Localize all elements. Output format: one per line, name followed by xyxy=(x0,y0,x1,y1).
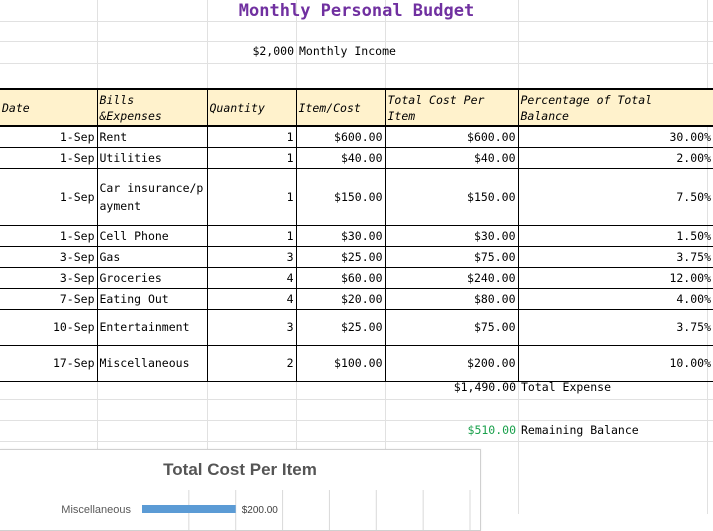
cell-total-cost[interactable]: $80.00 xyxy=(384,287,519,310)
cell-quantity[interactable]: 1 xyxy=(206,224,297,247)
cell-item-cost[interactable]: $25.00 xyxy=(295,245,386,268)
remaining-balance-label[interactable]: Remaining Balance xyxy=(521,423,639,437)
cell-date[interactable]: 10-Sep xyxy=(0,308,98,346)
cell-date[interactable]: 1-Sep xyxy=(0,125,98,148)
cell-item-cost[interactable]: $20.00 xyxy=(295,287,386,310)
chart-bar[interactable] xyxy=(142,505,236,513)
table-row: 3-Sep Gas 3 $25.00 $75.00 3.75% xyxy=(0,245,713,268)
cell-percentage[interactable]: 12.00% xyxy=(517,266,713,289)
total-expense-label[interactable]: Total Expense xyxy=(521,380,611,394)
cell-date[interactable]: 7-Sep xyxy=(0,287,98,310)
cell-item-cost[interactable]: $150.00 xyxy=(295,167,386,226)
cell-date[interactable]: 3-Sep xyxy=(0,245,98,268)
table-row: 3-Sep Groceries 4 $60.00 $240.00 12.00% xyxy=(0,266,713,289)
cell-total-cost[interactable]: $75.00 xyxy=(384,245,519,268)
chart-plot: Miscellaneous $200.00 xyxy=(61,490,471,530)
cell-bill[interactable]: Car insurance/payment xyxy=(96,167,208,226)
cell-quantity[interactable]: 4 xyxy=(206,266,297,289)
total-expense-value[interactable]: $1,490.00 xyxy=(420,380,516,394)
cell-item-cost[interactable]: $40.00 xyxy=(295,146,386,169)
cell-bill[interactable]: Rent xyxy=(96,125,208,148)
header-date[interactable]: Date xyxy=(0,88,98,127)
cell-date[interactable]: 1-Sep xyxy=(0,146,98,169)
cell-bill[interactable]: Groceries xyxy=(96,266,208,289)
cell-quantity[interactable]: 1 xyxy=(206,146,297,169)
budget-table: Date Bills &Expenses Quantity Item/Cost Tota… xyxy=(0,88,713,382)
cell-total-cost[interactable]: $150.00 xyxy=(384,167,519,226)
cell-date[interactable]: 3-Sep xyxy=(0,266,98,289)
income-value-cell[interactable]: $2,000 xyxy=(230,44,294,58)
sheet-title[interactable]: Monthly Personal Budget xyxy=(0,0,713,22)
cell-bill[interactable]: Gas xyxy=(96,245,208,268)
cell-date[interactable]: 1-Sep xyxy=(0,224,98,247)
cell-total-cost[interactable]: $600.00 xyxy=(384,125,519,148)
cell-percentage[interactable]: 3.75% xyxy=(517,245,713,268)
cell-date[interactable]: 1-Sep xyxy=(0,167,98,226)
cell-quantity[interactable]: 4 xyxy=(206,287,297,310)
cell-item-cost[interactable]: $30.00 xyxy=(295,224,386,247)
cell-quantity[interactable]: 1 xyxy=(206,125,297,148)
cell-total-cost[interactable]: $40.00 xyxy=(384,146,519,169)
header-item-cost[interactable]: Item/Cost xyxy=(295,88,386,127)
cell-percentage[interactable]: 7.50% xyxy=(517,167,713,226)
chart-data-label: $200.00 xyxy=(242,505,279,516)
cell-bill[interactable]: Cell Phone xyxy=(96,224,208,247)
cell-percentage[interactable]: 4.00% xyxy=(517,287,713,310)
bar-chart[interactable]: Total Cost Per Item Miscellaneous $200.00 xyxy=(0,449,481,531)
header-percentage[interactable]: Percentage of Total Balance xyxy=(517,88,713,127)
gridline xyxy=(0,420,713,421)
cell-percentage[interactable]: 3.75% xyxy=(517,308,713,346)
cell-total-cost[interactable]: $75.00 xyxy=(384,308,519,346)
cell-date[interactable]: 17-Sep xyxy=(0,344,98,382)
table-row: 17-Sep Miscellaneous 2 $100.00 $200.00 10.00% xyxy=(0,344,713,382)
table-row: 7-Sep Eating Out 4 $20.00 $80.00 4.00% xyxy=(0,287,713,310)
table-header-row: Date Bills &Expenses Quantity Item/Cost Tota… xyxy=(0,88,713,127)
cell-bill[interactable]: Entertainment xyxy=(96,308,208,346)
gridline xyxy=(0,41,713,42)
cell-quantity[interactable]: 1 xyxy=(206,167,297,226)
cell-total-cost[interactable]: $240.00 xyxy=(384,266,519,289)
cell-total-cost[interactable]: $30.00 xyxy=(384,224,519,247)
header-bill[interactable]: Bills &Expenses xyxy=(96,88,208,127)
gridline xyxy=(0,441,713,442)
cell-item-cost[interactable]: $600.00 xyxy=(295,125,386,148)
table-row: 1-Sep Utilities 1 $40.00 $40.00 2.00% xyxy=(0,146,713,169)
table-row: 1-Sep Car insurance/payment 1 $150.00 $150.0… xyxy=(0,167,713,226)
cell-percentage[interactable]: 10.00% xyxy=(517,344,713,382)
cell-item-cost[interactable]: $60.00 xyxy=(295,266,386,289)
table-row: 10-Sep Entertainment 3 $25.00 $75.00 3.75% xyxy=(0,308,713,346)
header-quantity[interactable]: Quantity xyxy=(206,88,297,127)
cell-bill[interactable]: Utilities xyxy=(96,146,208,169)
header-total-cost[interactable]: Total Cost Per Item xyxy=(384,88,519,127)
table-row: 1-Sep Cell Phone 1 $30.00 $30.00 1.50% xyxy=(0,224,713,247)
cell-quantity[interactable]: 3 xyxy=(206,245,297,268)
remaining-balance-value[interactable]: $510.00 xyxy=(420,423,516,437)
cell-item-cost[interactable]: $100.00 xyxy=(295,344,386,382)
cell-percentage[interactable]: 1.50% xyxy=(517,224,713,247)
gridline xyxy=(0,63,713,64)
cell-total-cost[interactable]: $200.00 xyxy=(384,344,519,382)
cell-item-cost[interactable]: $25.00 xyxy=(295,308,386,346)
cell-quantity[interactable]: 2 xyxy=(206,344,297,382)
chart-category-label: Miscellaneous xyxy=(61,504,131,516)
income-label-cell[interactable]: Monthly Income xyxy=(299,44,396,58)
cell-percentage[interactable]: 2.00% xyxy=(517,146,713,169)
table-row: 1-Sep Rent 1 $600.00 $600.00 30.00% xyxy=(0,125,713,148)
cell-percentage[interactable]: 30.00% xyxy=(517,125,713,148)
cell-quantity[interactable]: 3 xyxy=(206,308,297,346)
cell-bill[interactable]: Miscellaneous xyxy=(96,344,208,382)
gridline xyxy=(0,399,713,400)
cell-bill[interactable]: Eating Out xyxy=(96,287,208,310)
